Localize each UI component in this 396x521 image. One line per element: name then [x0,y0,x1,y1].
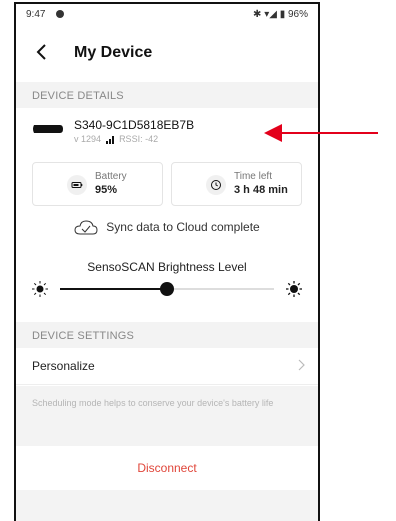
device-rssi: RSSI: -42 [119,134,159,144]
slider-track[interactable] [60,282,274,296]
battery-value: 95% [95,184,118,196]
device-details-header: DEVICE DETAILS [16,82,318,108]
disconnect-button[interactable]: Disconnect [16,446,318,490]
battery-label: Battery [95,171,127,182]
annotation-arrow-icon [264,124,378,142]
status-indicators: ✱ ▾◢ ▮ 96% [253,9,308,20]
time-left-card: Time left 3 h 48 min [171,162,302,206]
personalize-row[interactable]: Personalize [16,348,318,385]
device-settings-title: DEVICE SETTINGS [32,330,135,342]
slider-thumb[interactable] [160,282,174,296]
device-name: S340-9C1D5818EB7B [74,118,195,132]
brightness-label: SensoSCAN Brightness Level [87,260,247,274]
notification-dot-icon [56,10,64,18]
sync-text: Sync data to Cloud complete [106,220,260,235]
time-left-value: 3 h 48 min [234,184,288,196]
slider-fill [60,288,167,290]
sync-status[interactable]: Sync data to Cloud complete [16,220,318,244]
personalize-label: Personalize [32,359,95,373]
chevron-right-icon [298,359,305,371]
device-version: v 1294 [74,134,102,144]
device-settings-header: DEVICE SETTINGS [16,322,318,348]
phone-frame: 9:47 ✱ ▾◢ ▮ 96% My Device DEVICE DETAILS… [14,2,320,521]
cloud-check-icon [74,220,98,235]
scheduling-info-text: Scheduling mode helps to conserve your d… [32,398,274,408]
brightness-slider[interactable] [26,276,308,302]
device-stat-cards: Battery 95% Time left 3 h 48 min [32,162,302,206]
battery-card: Battery 95% [32,162,163,206]
back-arrow-icon[interactable] [32,42,52,62]
signal-bars-icon [105,135,114,144]
sensor-device-icon [33,125,63,133]
page-title: My Device [74,44,153,61]
time-left-label: Time left [234,171,272,182]
app-header: My Device [16,26,318,82]
status-time: 9:47 [26,9,46,20]
bottom-spacer [16,490,318,521]
status-bar: 9:47 ✱ ▾◢ ▮ 96% [16,4,318,26]
sun-low-icon [32,281,48,297]
device-details-title: DEVICE DETAILS [32,90,124,102]
timer-icon [206,175,226,195]
sun-high-icon [286,281,302,297]
battery-icon [67,175,87,195]
scheduling-info: Scheduling mode helps to conserve your d… [16,386,318,446]
device-subtitle: v 1294 RSSI: -42 [74,134,158,144]
